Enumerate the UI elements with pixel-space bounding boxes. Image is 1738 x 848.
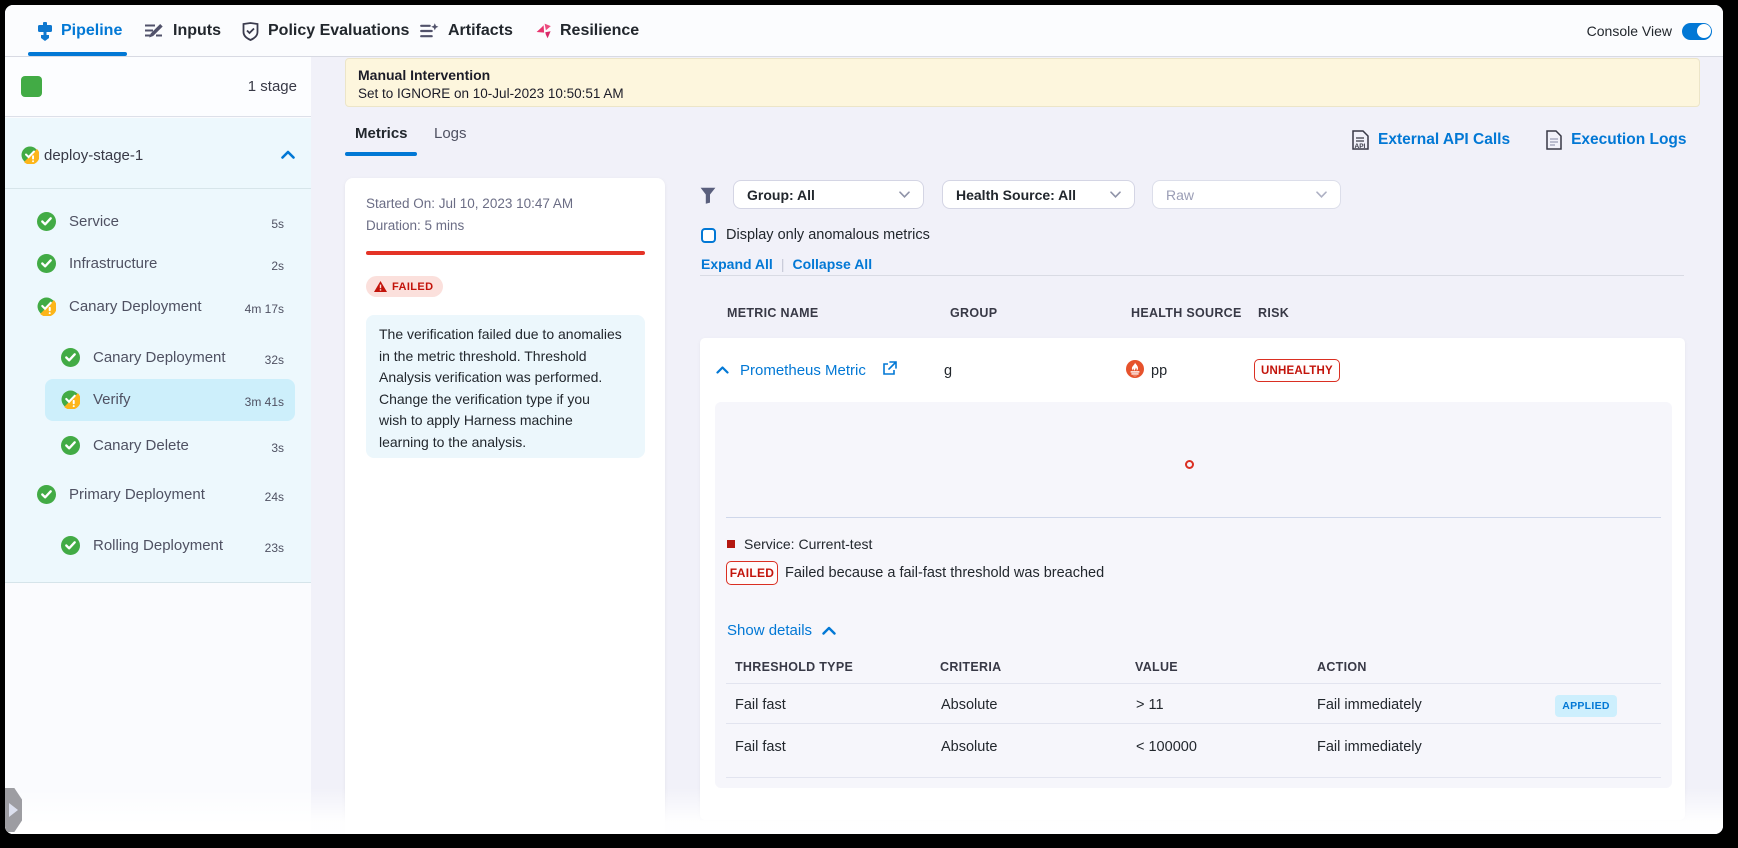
svg-text:API: API: [1355, 143, 1366, 150]
